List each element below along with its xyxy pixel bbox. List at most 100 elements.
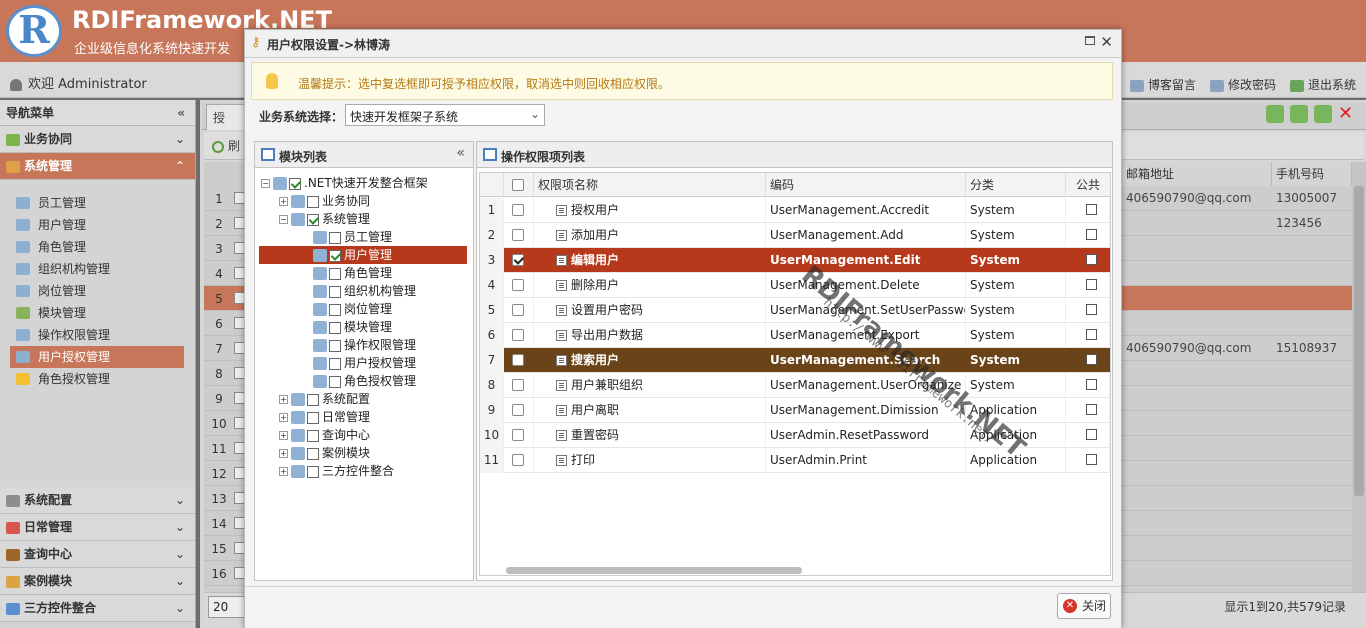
- table-row[interactable]: 3 编辑用户 UserManagement.Edit System: [480, 248, 1110, 273]
- vertical-scrollbar[interactable]: [1352, 162, 1366, 592]
- nav-item-employee[interactable]: 员工管理: [10, 192, 195, 214]
- tree-checkbox[interactable]: [329, 357, 341, 370]
- tree-checkbox[interactable]: [329, 375, 341, 388]
- tree-node[interactable]: 用户授权管理: [301, 354, 416, 372]
- tree-node[interactable]: 角色管理: [301, 264, 392, 282]
- permission-checkbox[interactable]: [512, 329, 524, 341]
- expand-icon[interactable]: +: [279, 395, 288, 404]
- nav-item-user-authorization[interactable]: 用户授权管理: [10, 346, 184, 368]
- table-row[interactable]: 9 用户离职 UserManagement.Dimission Application: [480, 398, 1110, 423]
- tree-node[interactable]: + 系统配置: [279, 390, 370, 408]
- tree-node[interactable]: − 系统管理: [279, 210, 370, 228]
- scrollbar-thumb[interactable]: [1354, 186, 1364, 496]
- horizontal-scrollbar[interactable]: [506, 567, 802, 574]
- table-row[interactable]: 2 添加用户 UserManagement.Add System: [480, 223, 1110, 248]
- header-public[interactable]: 公共: [1066, 173, 1110, 197]
- tree-checkbox[interactable]: [307, 447, 319, 460]
- public-checkbox[interactable]: [1086, 404, 1097, 415]
- permission-checkbox[interactable]: [512, 404, 524, 416]
- permission-checkbox[interactable]: [512, 354, 524, 366]
- nav-item-user[interactable]: 用户管理: [10, 214, 195, 236]
- tree-node[interactable]: + 案例模块: [279, 444, 370, 462]
- table-row[interactable]: 6 导出用户数据 UserManagement.Export System: [480, 323, 1110, 348]
- tree-checkbox[interactable]: [329, 249, 341, 262]
- collapse-icon[interactable]: «: [177, 100, 185, 126]
- tree-node[interactable]: 员工管理: [301, 228, 392, 246]
- nav-item-position[interactable]: 岗位管理: [10, 280, 195, 302]
- public-checkbox[interactable]: [1086, 204, 1097, 215]
- table-row[interactable]: 1 授权用户 UserManagement.Accredit System: [480, 198, 1110, 223]
- nav-section-daily[interactable]: 日常管理 ⌄: [0, 514, 195, 541]
- tree-node[interactable]: + 日常管理: [279, 408, 370, 426]
- public-checkbox[interactable]: [1086, 304, 1097, 315]
- tree-node[interactable]: 用户管理: [259, 246, 467, 264]
- tree-checkbox[interactable]: [329, 321, 341, 334]
- system-select[interactable]: 快速开发框架子系统 ⌄: [345, 104, 545, 126]
- nav-section-business[interactable]: 业务协同 ⌄: [0, 126, 195, 153]
- permission-checkbox[interactable]: [512, 229, 524, 241]
- col-email-header[interactable]: 邮箱地址: [1122, 162, 1272, 186]
- tab-user-authorization[interactable]: 授: [206, 104, 246, 130]
- tree-node[interactable]: − .NET快速开发整合框架: [261, 174, 428, 192]
- select-all-checkbox[interactable]: [512, 179, 524, 191]
- col-mobile-header[interactable]: 手机号码: [1272, 162, 1352, 186]
- nav-item-organization[interactable]: 组织机构管理: [10, 258, 195, 280]
- tree-checkbox[interactable]: [329, 285, 341, 298]
- tree-node[interactable]: 岗位管理: [301, 300, 392, 318]
- public-checkbox[interactable]: [1086, 279, 1097, 290]
- expand-icon[interactable]: +: [279, 467, 288, 476]
- permission-checkbox[interactable]: [512, 254, 524, 266]
- tree-checkbox[interactable]: [289, 177, 301, 190]
- tree-node[interactable]: 模块管理: [301, 318, 392, 336]
- expand-icon[interactable]: +: [279, 431, 288, 440]
- nav-section-thirdparty[interactable]: 三方控件整合 ⌄: [0, 595, 195, 622]
- tree-node[interactable]: 操作权限管理: [301, 336, 416, 354]
- close-button[interactable]: ✕ 关闭: [1057, 593, 1111, 619]
- maximize-icon[interactable]: [1085, 36, 1095, 45]
- tree-checkbox[interactable]: [329, 231, 341, 244]
- permission-checkbox[interactable]: [512, 279, 524, 291]
- page-size-select[interactable]: 20: [208, 596, 248, 618]
- nav-item-module[interactable]: 模块管理: [10, 302, 195, 324]
- permission-checkbox[interactable]: [512, 454, 524, 466]
- nav-section-config[interactable]: 系统配置 ⌄: [0, 487, 195, 514]
- expand-icon[interactable]: +: [279, 197, 288, 206]
- tree-node[interactable]: 角色授权管理: [301, 372, 416, 390]
- permission-checkbox[interactable]: [512, 429, 524, 441]
- refresh-icon[interactable]: [1266, 105, 1284, 123]
- collapse-icon[interactable]: −: [279, 215, 288, 224]
- tree-checkbox[interactable]: [307, 213, 319, 226]
- table-row[interactable]: 8 用户兼职组织 UserManagement.UserOrganize System: [480, 373, 1110, 398]
- tree-checkbox[interactable]: [329, 339, 341, 352]
- tree-node[interactable]: + 查询中心: [279, 426, 370, 444]
- close-icon[interactable]: ✕: [1338, 105, 1356, 123]
- permission-checkbox[interactable]: [512, 304, 524, 316]
- permission-checkbox[interactable]: [512, 379, 524, 391]
- collapse-icon[interactable]: «: [456, 145, 465, 161]
- public-checkbox[interactable]: [1086, 229, 1097, 240]
- logout-link[interactable]: 退出系统: [1289, 76, 1356, 93]
- nav-section-query[interactable]: 查询中心 ⌄: [0, 541, 195, 568]
- nav-item-permission[interactable]: 操作权限管理: [10, 324, 195, 346]
- reload-icon[interactable]: [1290, 105, 1308, 123]
- blog-message-link[interactable]: 博客留言: [1129, 76, 1196, 93]
- expand-icon[interactable]: +: [279, 413, 288, 422]
- tree-checkbox[interactable]: [307, 429, 319, 442]
- nav-section-cases[interactable]: 案例模块 ⌄: [0, 568, 195, 595]
- tree-checkbox[interactable]: [329, 267, 341, 280]
- nav-item-role[interactable]: 角色管理: [10, 236, 195, 258]
- public-checkbox[interactable]: [1086, 454, 1097, 465]
- tree-checkbox[interactable]: [329, 303, 341, 316]
- header-category[interactable]: 分类: [966, 173, 1066, 197]
- public-checkbox[interactable]: [1086, 254, 1097, 265]
- tree-checkbox[interactable]: [307, 195, 319, 208]
- fullscreen-icon[interactable]: [1314, 105, 1332, 123]
- tree-node[interactable]: 组织机构管理: [301, 282, 416, 300]
- nav-section-system[interactable]: 系统管理 ⌃: [0, 153, 195, 180]
- collapse-icon[interactable]: −: [261, 179, 270, 188]
- table-row[interactable]: 5 设置用户密码 UserManagement.SetUserPasswo Syste…: [480, 298, 1110, 323]
- tree-node[interactable]: + 业务协同: [279, 192, 370, 210]
- tree-node[interactable]: + 三方控件整合: [279, 462, 394, 480]
- expand-icon[interactable]: +: [279, 449, 288, 458]
- close-icon[interactable]: ✕: [1100, 33, 1113, 51]
